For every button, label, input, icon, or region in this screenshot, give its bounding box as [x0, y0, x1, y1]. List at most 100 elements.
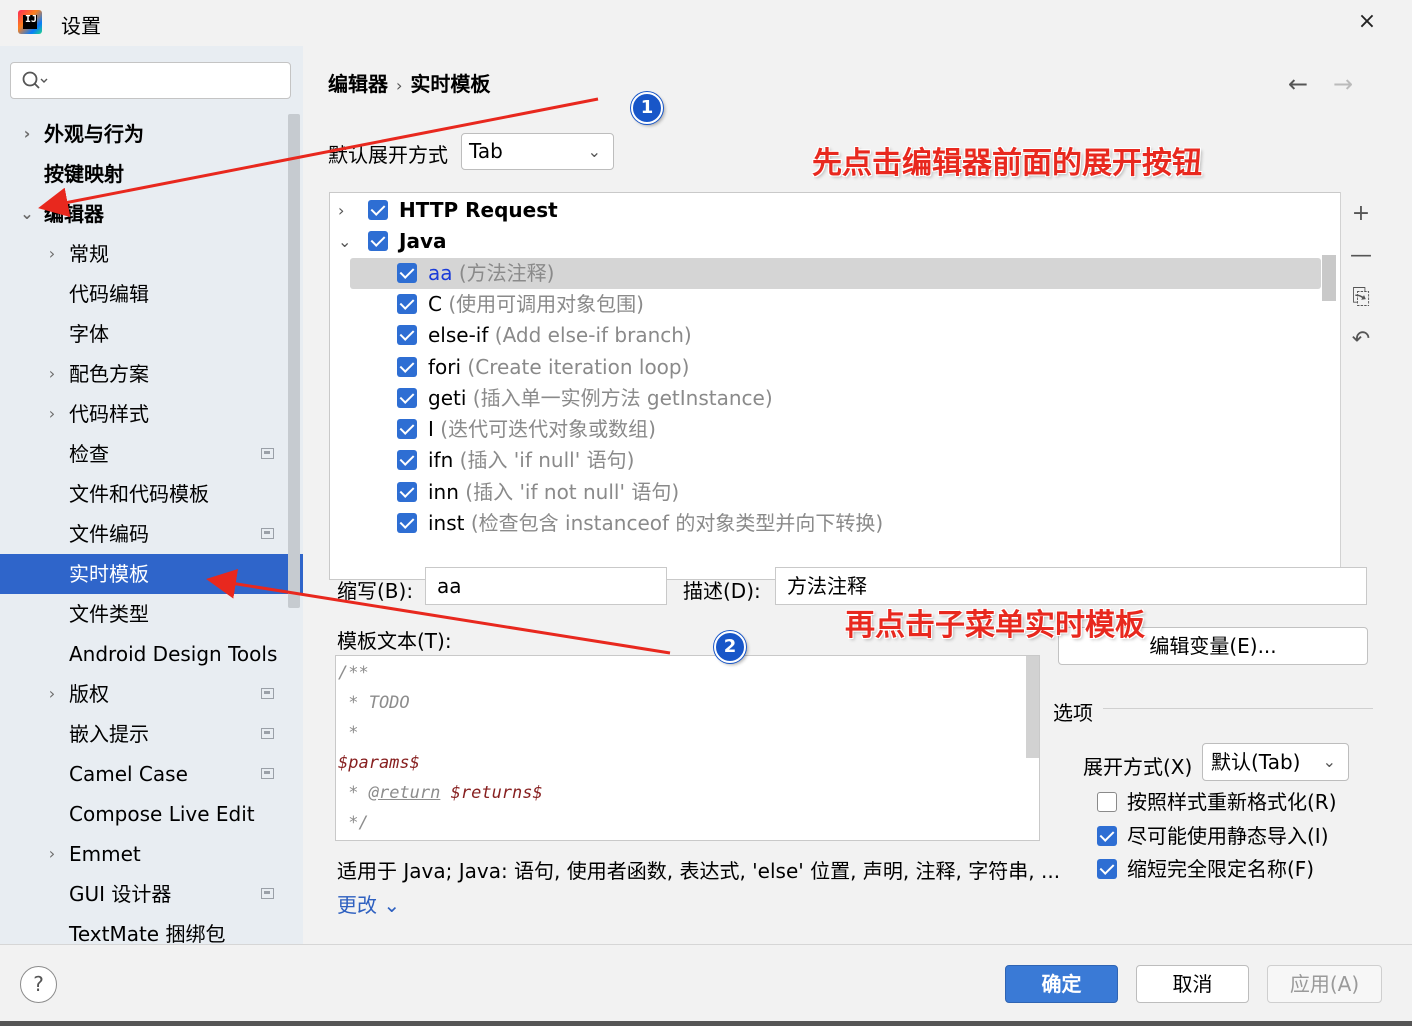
back-arrow-icon[interactable]: ←	[1288, 70, 1308, 98]
template-row[interactable]: I (迭代可迭代对象或数组)	[330, 414, 1340, 445]
sidebar-item[interactable]: GUI 设计器	[0, 874, 303, 914]
chevron-down-icon[interactable]: ⌄	[19, 194, 35, 234]
sidebar-item[interactable]: 字体	[0, 314, 303, 354]
sidebar-item[interactable]: 按键映射	[0, 154, 303, 194]
checkbox[interactable]	[397, 325, 417, 346]
settings-sidebar: › 外观与行为 按键映射 ⌄ 编辑器 › 常规 代码编辑 字体 › 配色方案 › 代码样式 检查 文件和代码…	[0, 46, 303, 946]
templates-scrollbar[interactable]	[1322, 255, 1336, 301]
checkbox[interactable]	[397, 387, 417, 408]
search-input[interactable]	[10, 62, 291, 99]
template-row[interactable]: geti (插入单一实例方法 getInstance)	[330, 383, 1340, 414]
checkbox[interactable]	[397, 481, 417, 502]
template-abbreviation: HTTP Request	[399, 198, 558, 222]
template-group-row[interactable]: ⌄ Java	[330, 226, 1340, 257]
template-row[interactable]: inn (插入 'if not null' 语句)	[330, 477, 1340, 508]
revert-icon[interactable]: ↶	[1347, 326, 1375, 354]
sidebar-item[interactable]: Android Design Tools	[0, 634, 303, 674]
change-context-link[interactable]: 更改 ⌄	[337, 889, 400, 918]
template-group-row[interactable]: › HTTP Request	[330, 195, 1340, 226]
sidebar-item[interactable]: 检查	[0, 434, 303, 474]
sidebar-item[interactable]: 嵌入提示	[0, 714, 303, 754]
sidebar-item[interactable]: 文件和代码模板	[0, 474, 303, 514]
option-label: 按照样式重新格式化(R)	[1127, 790, 1337, 814]
chevron-right-icon[interactable]: ›	[338, 195, 344, 226]
chevron-down-icon[interactable]: ⌄	[338, 226, 351, 257]
template-row[interactable]: else-if (Add else-if branch)	[330, 320, 1340, 351]
sidebar-item[interactable]: Camel Case	[0, 754, 303, 794]
forward-arrow-icon[interactable]: →	[1333, 70, 1353, 98]
sidebar-item[interactable]: › 代码样式	[0, 394, 303, 434]
ok-button[interactable]: 确定	[1005, 965, 1118, 1003]
help-icon[interactable]: ?	[20, 966, 57, 1003]
editor-scrollbar[interactable]	[1026, 656, 1039, 758]
template-row[interactable]: inst (检查包含 instanceof 的对象类型并向下转换)	[330, 508, 1340, 539]
sidebar-item[interactable]: 实时模板	[0, 554, 303, 594]
template-abbreviation: inn	[428, 479, 459, 504]
code-line: */	[338, 813, 369, 833]
checkbox[interactable]	[1097, 859, 1117, 879]
checkbox[interactable]	[397, 356, 417, 377]
template-name: HTTP Request	[399, 195, 558, 226]
sidebar-scrollbar[interactable]	[288, 114, 300, 608]
chevron-right-icon[interactable]: ›	[44, 354, 60, 394]
chevron-right-icon[interactable]: ›	[19, 114, 35, 154]
checkbox[interactable]	[397, 450, 417, 471]
checkbox[interactable]	[1097, 792, 1117, 812]
project-scope-icon	[261, 768, 274, 779]
checkbox[interactable]	[397, 293, 417, 314]
apply-button[interactable]: 应用(A)	[1267, 965, 1382, 1003]
template-row[interactable]: C (使用可调用对象包围)	[330, 289, 1340, 320]
templates-list[interactable]: › HTTP Request ⌄ Java aa (方法注释) C (使用可调用对象包围)…	[329, 192, 1379, 580]
sidebar-item-label: 常规	[69, 242, 109, 266]
chevron-right-icon[interactable]: ›	[44, 674, 60, 714]
template-text-editor[interactable]: /** * TODO * $params$ * @return $returns…	[335, 655, 1040, 841]
checkbox[interactable]	[368, 231, 388, 252]
template-row[interactable]: aa (方法注释)	[350, 257, 1321, 289]
checkbox[interactable]	[397, 513, 417, 533]
template-abbreviation: geti	[428, 385, 467, 410]
copy-icon[interactable]: ⎘	[1347, 284, 1375, 312]
chevron-right-icon[interactable]: ›	[44, 234, 60, 274]
cancel-button[interactable]: 取消	[1136, 965, 1249, 1003]
sidebar-item[interactable]: › 配色方案	[0, 354, 303, 394]
template-name: geti (插入单一实例方法 getInstance)	[428, 383, 773, 414]
template-name: Java	[399, 226, 446, 257]
checkbox[interactable]	[1097, 826, 1117, 846]
intellij-logo-icon: IJ	[18, 10, 42, 34]
template-description: (检查包含 instanceof 的对象类型并向下转换)	[464, 511, 884, 535]
sidebar-item[interactable]: › 外观与行为	[0, 114, 303, 154]
template-description: (插入单一实例方法 getInstance)	[466, 385, 773, 410]
code-line: $params$	[338, 753, 420, 773]
sidebar-item[interactable]: 代码编辑	[0, 274, 303, 314]
template-row[interactable]: ifn (插入 'if null' 语句)	[330, 445, 1340, 476]
sidebar-item-label: 编辑器	[44, 202, 104, 226]
chevron-right-icon[interactable]: ›	[44, 834, 60, 874]
remove-icon[interactable]: —	[1347, 242, 1375, 270]
sidebar-item[interactable]: › Emmet	[0, 834, 303, 874]
checkbox[interactable]	[397, 419, 417, 440]
close-icon[interactable]: ×	[1354, 8, 1380, 36]
breadcrumb-item[interactable]: 编辑器	[328, 72, 388, 96]
sidebar-item[interactable]: ⌄ 编辑器	[0, 194, 303, 234]
template-description: (迭代可迭代对象或数组)	[433, 417, 656, 442]
chevron-right-icon[interactable]: ›	[44, 394, 60, 434]
template-name: C (使用可调用对象包围)	[428, 289, 644, 320]
sidebar-item[interactable]: › 版权	[0, 674, 303, 714]
checkbox[interactable]	[368, 200, 388, 220]
sidebar-item-label: Compose Live Edit	[69, 802, 255, 826]
expand-with-select[interactable]: 默认(Tab) ⌄	[1202, 743, 1349, 781]
template-row[interactable]: fori (Create iteration loop)	[330, 352, 1340, 383]
template-description: (方法注释)	[452, 260, 555, 285]
sidebar-item[interactable]: 文件编码	[0, 514, 303, 554]
abbreviation-field[interactable]: aa	[425, 567, 667, 605]
sidebar-item-label: 代码样式	[69, 402, 149, 426]
template-description: (Create iteration loop)	[461, 354, 690, 379]
sidebar-item[interactable]: › 常规	[0, 234, 303, 274]
template-abbreviation: C	[428, 291, 442, 316]
checkbox[interactable]	[397, 262, 417, 283]
sidebar-item[interactable]: 文件类型	[0, 594, 303, 634]
add-icon[interactable]: +	[1347, 200, 1375, 228]
breadcrumb-item: 实时模板	[410, 72, 491, 96]
sidebar-item[interactable]: Compose Live Edit	[0, 794, 303, 834]
default-expand-select[interactable]: Tab ⌄	[461, 133, 614, 170]
